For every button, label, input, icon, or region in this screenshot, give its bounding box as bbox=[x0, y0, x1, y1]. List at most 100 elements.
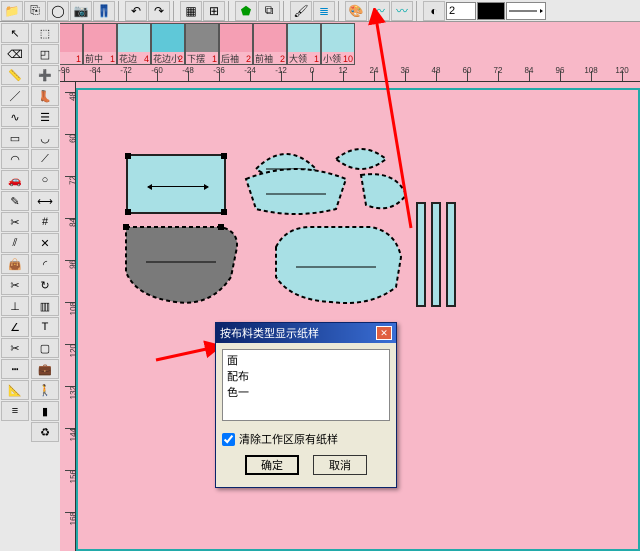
tool-notch-icon[interactable]: ⊥ bbox=[1, 296, 29, 316]
tool-cycle-icon[interactable]: ♻ bbox=[31, 422, 59, 442]
pattern-piece[interactable] bbox=[356, 170, 416, 220]
tool-circle-icon[interactable]: ○ bbox=[31, 170, 59, 190]
left-toolbar-2: ⬚◰➕👢☰◡⟋○⟷#✕◜↻▥T▢💼🚶▮♻ bbox=[30, 22, 60, 551]
pattern-swatch[interactable]: 大领1 bbox=[287, 23, 321, 65]
tool-dash-icon[interactable]: ┅ bbox=[1, 359, 29, 379]
tool-arc2-icon[interactable]: ◡ bbox=[31, 128, 59, 148]
tool-curve2-icon[interactable]: 〰 bbox=[391, 1, 413, 21]
pattern-swatch[interactable]: 前袖2 bbox=[253, 23, 287, 65]
tool-camera-icon[interactable]: 📷 bbox=[70, 1, 92, 21]
pattern-swatch[interactable]: 后袖2 bbox=[219, 23, 253, 65]
tool-scissors2-icon[interactable]: ✂ bbox=[1, 338, 29, 358]
tool-arc-icon[interactable]: ◠ bbox=[1, 149, 29, 169]
tool-marker-icon[interactable]: ▮ bbox=[31, 401, 59, 421]
tool-layers-icon[interactable]: ⊞ bbox=[203, 1, 225, 21]
fabric-list-item[interactable]: 配布 bbox=[225, 368, 387, 384]
tool-group-icon[interactable]: ⧉ bbox=[258, 1, 280, 21]
tool-tape-icon[interactable]: 📏 bbox=[1, 65, 29, 85]
tool-bag2-icon[interactable]: 💼 bbox=[31, 359, 59, 379]
tool-cut-icon[interactable]: ✂ bbox=[1, 275, 29, 295]
fabric-list[interactable]: 面配布色一 bbox=[222, 349, 390, 421]
color-swatch[interactable] bbox=[477, 2, 505, 20]
tool-box-icon[interactable]: ▢ bbox=[31, 338, 59, 358]
tool-loop-icon[interactable]: ↻ bbox=[31, 275, 59, 295]
line-style-select[interactable] bbox=[506, 2, 546, 20]
zoom-input[interactable] bbox=[446, 2, 476, 20]
pattern-piece[interactable] bbox=[241, 164, 351, 219]
tool-compass-icon[interactable]: ✕ bbox=[31, 233, 59, 253]
left-toolbar-1: ↖⌫📏／∿▭◠🚗✎✂⫽👜✂⊥∠✂┅📐≡ bbox=[0, 22, 30, 551]
tool-piece-icon[interactable]: ⬟ bbox=[235, 1, 257, 21]
tool-copy-icon[interactable]: ⎘ bbox=[24, 1, 46, 21]
tool-offset-icon[interactable]: ⫽ bbox=[1, 233, 29, 253]
tool-arc3-icon[interactable]: ◜ bbox=[31, 254, 59, 274]
checkbox-label: 清除工作区原有纸样 bbox=[239, 431, 338, 447]
fabric-type-dialog: 按布料类型显示纸样 ✕ 面配布色一 清除工作区原有纸样 确定 取消 bbox=[215, 322, 397, 488]
top-toolbar: 📁 ⎘ ◯ 📷 👖 ↶ ↷ ▦ ⊞ ⬟ ⧉ 🖌 ≣ 🎨 〰 〰 ◐ bbox=[0, 0, 640, 22]
pattern-swatch[interactable]: 花边小2 bbox=[151, 23, 185, 65]
vertical-ruler: 4860728496108120132144156168 bbox=[60, 82, 76, 551]
pattern-swatch[interactable]: 下摆1 bbox=[185, 23, 219, 65]
dialog-title-text: 按布料类型显示纸样 bbox=[220, 325, 319, 341]
ok-button[interactable]: 确定 bbox=[245, 455, 299, 475]
pattern-swatch-row: 后1前1前中1花边4花边小2下摆1后袖2前袖2大领1小领10 bbox=[0, 22, 640, 66]
tool-select-box-icon[interactable]: ⬚ bbox=[31, 23, 59, 43]
tool-curve-icon[interactable]: ∿ bbox=[1, 107, 29, 127]
tool-eraser-icon[interactable]: ⌫ bbox=[1, 44, 29, 64]
pattern-swatch[interactable]: 小领10 bbox=[321, 23, 355, 65]
tool-curve1-icon[interactable]: 〰 bbox=[368, 1, 390, 21]
tool-stack-icon[interactable]: ≣ bbox=[313, 1, 335, 21]
fabric-list-item[interactable]: 面 bbox=[225, 352, 387, 368]
separator bbox=[416, 1, 420, 21]
tool-size-icon[interactable]: # bbox=[31, 212, 59, 232]
fabric-list-item[interactable]: 色一 bbox=[225, 384, 387, 400]
tool-folder-icon[interactable]: 📁 bbox=[1, 1, 23, 21]
pattern-swatch[interactable]: 花边4 bbox=[117, 23, 151, 65]
tool-bars-icon[interactable]: ≡ bbox=[1, 401, 29, 421]
pattern-piece[interactable] bbox=[121, 222, 261, 312]
separator bbox=[118, 1, 122, 21]
tool-boot-icon[interactable]: 👢 bbox=[31, 86, 59, 106]
tool-split-icon[interactable]: ⟋ bbox=[31, 149, 59, 169]
cancel-button[interactable]: 取消 bbox=[313, 455, 367, 475]
separator bbox=[228, 1, 232, 21]
tool-pointer-icon[interactable]: ↖ bbox=[1, 23, 29, 43]
tool-bag-icon[interactable]: 👜 bbox=[1, 254, 29, 274]
tool-pocket-icon[interactable]: ◰ bbox=[31, 44, 59, 64]
separator bbox=[338, 1, 342, 21]
tool-undo-icon[interactable]: ↶ bbox=[125, 1, 147, 21]
pattern-piece[interactable] bbox=[446, 202, 456, 307]
tool-pen-icon[interactable]: ✎ bbox=[1, 191, 29, 211]
pattern-piece[interactable] bbox=[416, 202, 426, 307]
close-icon[interactable]: ✕ bbox=[376, 326, 392, 340]
tool-scissors-icon[interactable]: ✂ bbox=[1, 212, 29, 232]
tool-ruler-icon[interactable]: 📐 bbox=[1, 380, 29, 400]
tool-measure-icon[interactable]: ⟷ bbox=[31, 191, 59, 211]
tool-palette-icon[interactable]: 🎨 bbox=[345, 1, 367, 21]
tool-piece-add-icon[interactable]: ➕ bbox=[31, 65, 59, 85]
horizontal-ruler: -96-84-72-60-48-36-24-120122436486072849… bbox=[60, 66, 640, 82]
dialog-buttons: 确定 取消 bbox=[222, 455, 390, 481]
dialog-titlebar[interactable]: 按布料类型显示纸样 ✕ bbox=[216, 323, 396, 343]
pattern-swatch[interactable]: 前中1 bbox=[83, 23, 117, 65]
tool-brush-icon[interactable]: 🖌 bbox=[290, 1, 312, 21]
tool-redo-icon[interactable]: ↷ bbox=[148, 1, 170, 21]
tool-walk-icon[interactable]: 🚶 bbox=[31, 380, 59, 400]
tool-pants-icon[interactable]: 👖 bbox=[93, 1, 115, 21]
tool-rainbow-icon[interactable]: ◐ bbox=[423, 1, 445, 21]
tool-rect-icon[interactable]: ▭ bbox=[1, 128, 29, 148]
tool-angle-icon[interactable]: ∠ bbox=[1, 317, 29, 337]
pattern-piece[interactable] bbox=[126, 154, 226, 214]
tool-circle-icon[interactable]: ◯ bbox=[47, 1, 69, 21]
tool-layers2-icon[interactable]: ☰ bbox=[31, 107, 59, 127]
tool-line-icon[interactable]: ／ bbox=[1, 86, 29, 106]
clear-workspace-checkbox[interactable]: 清除工作区原有纸样 bbox=[222, 431, 390, 447]
separator bbox=[283, 1, 287, 21]
tool-panel-icon[interactable]: ▥ bbox=[31, 296, 59, 316]
checkbox-input[interactable] bbox=[222, 433, 235, 446]
pattern-piece[interactable] bbox=[431, 202, 441, 307]
pattern-piece[interactable] bbox=[271, 222, 406, 312]
tool-text-icon[interactable]: T bbox=[31, 317, 59, 337]
tool-grid-icon[interactable]: ▦ bbox=[180, 1, 202, 21]
tool-car-icon[interactable]: 🚗 bbox=[1, 170, 29, 190]
